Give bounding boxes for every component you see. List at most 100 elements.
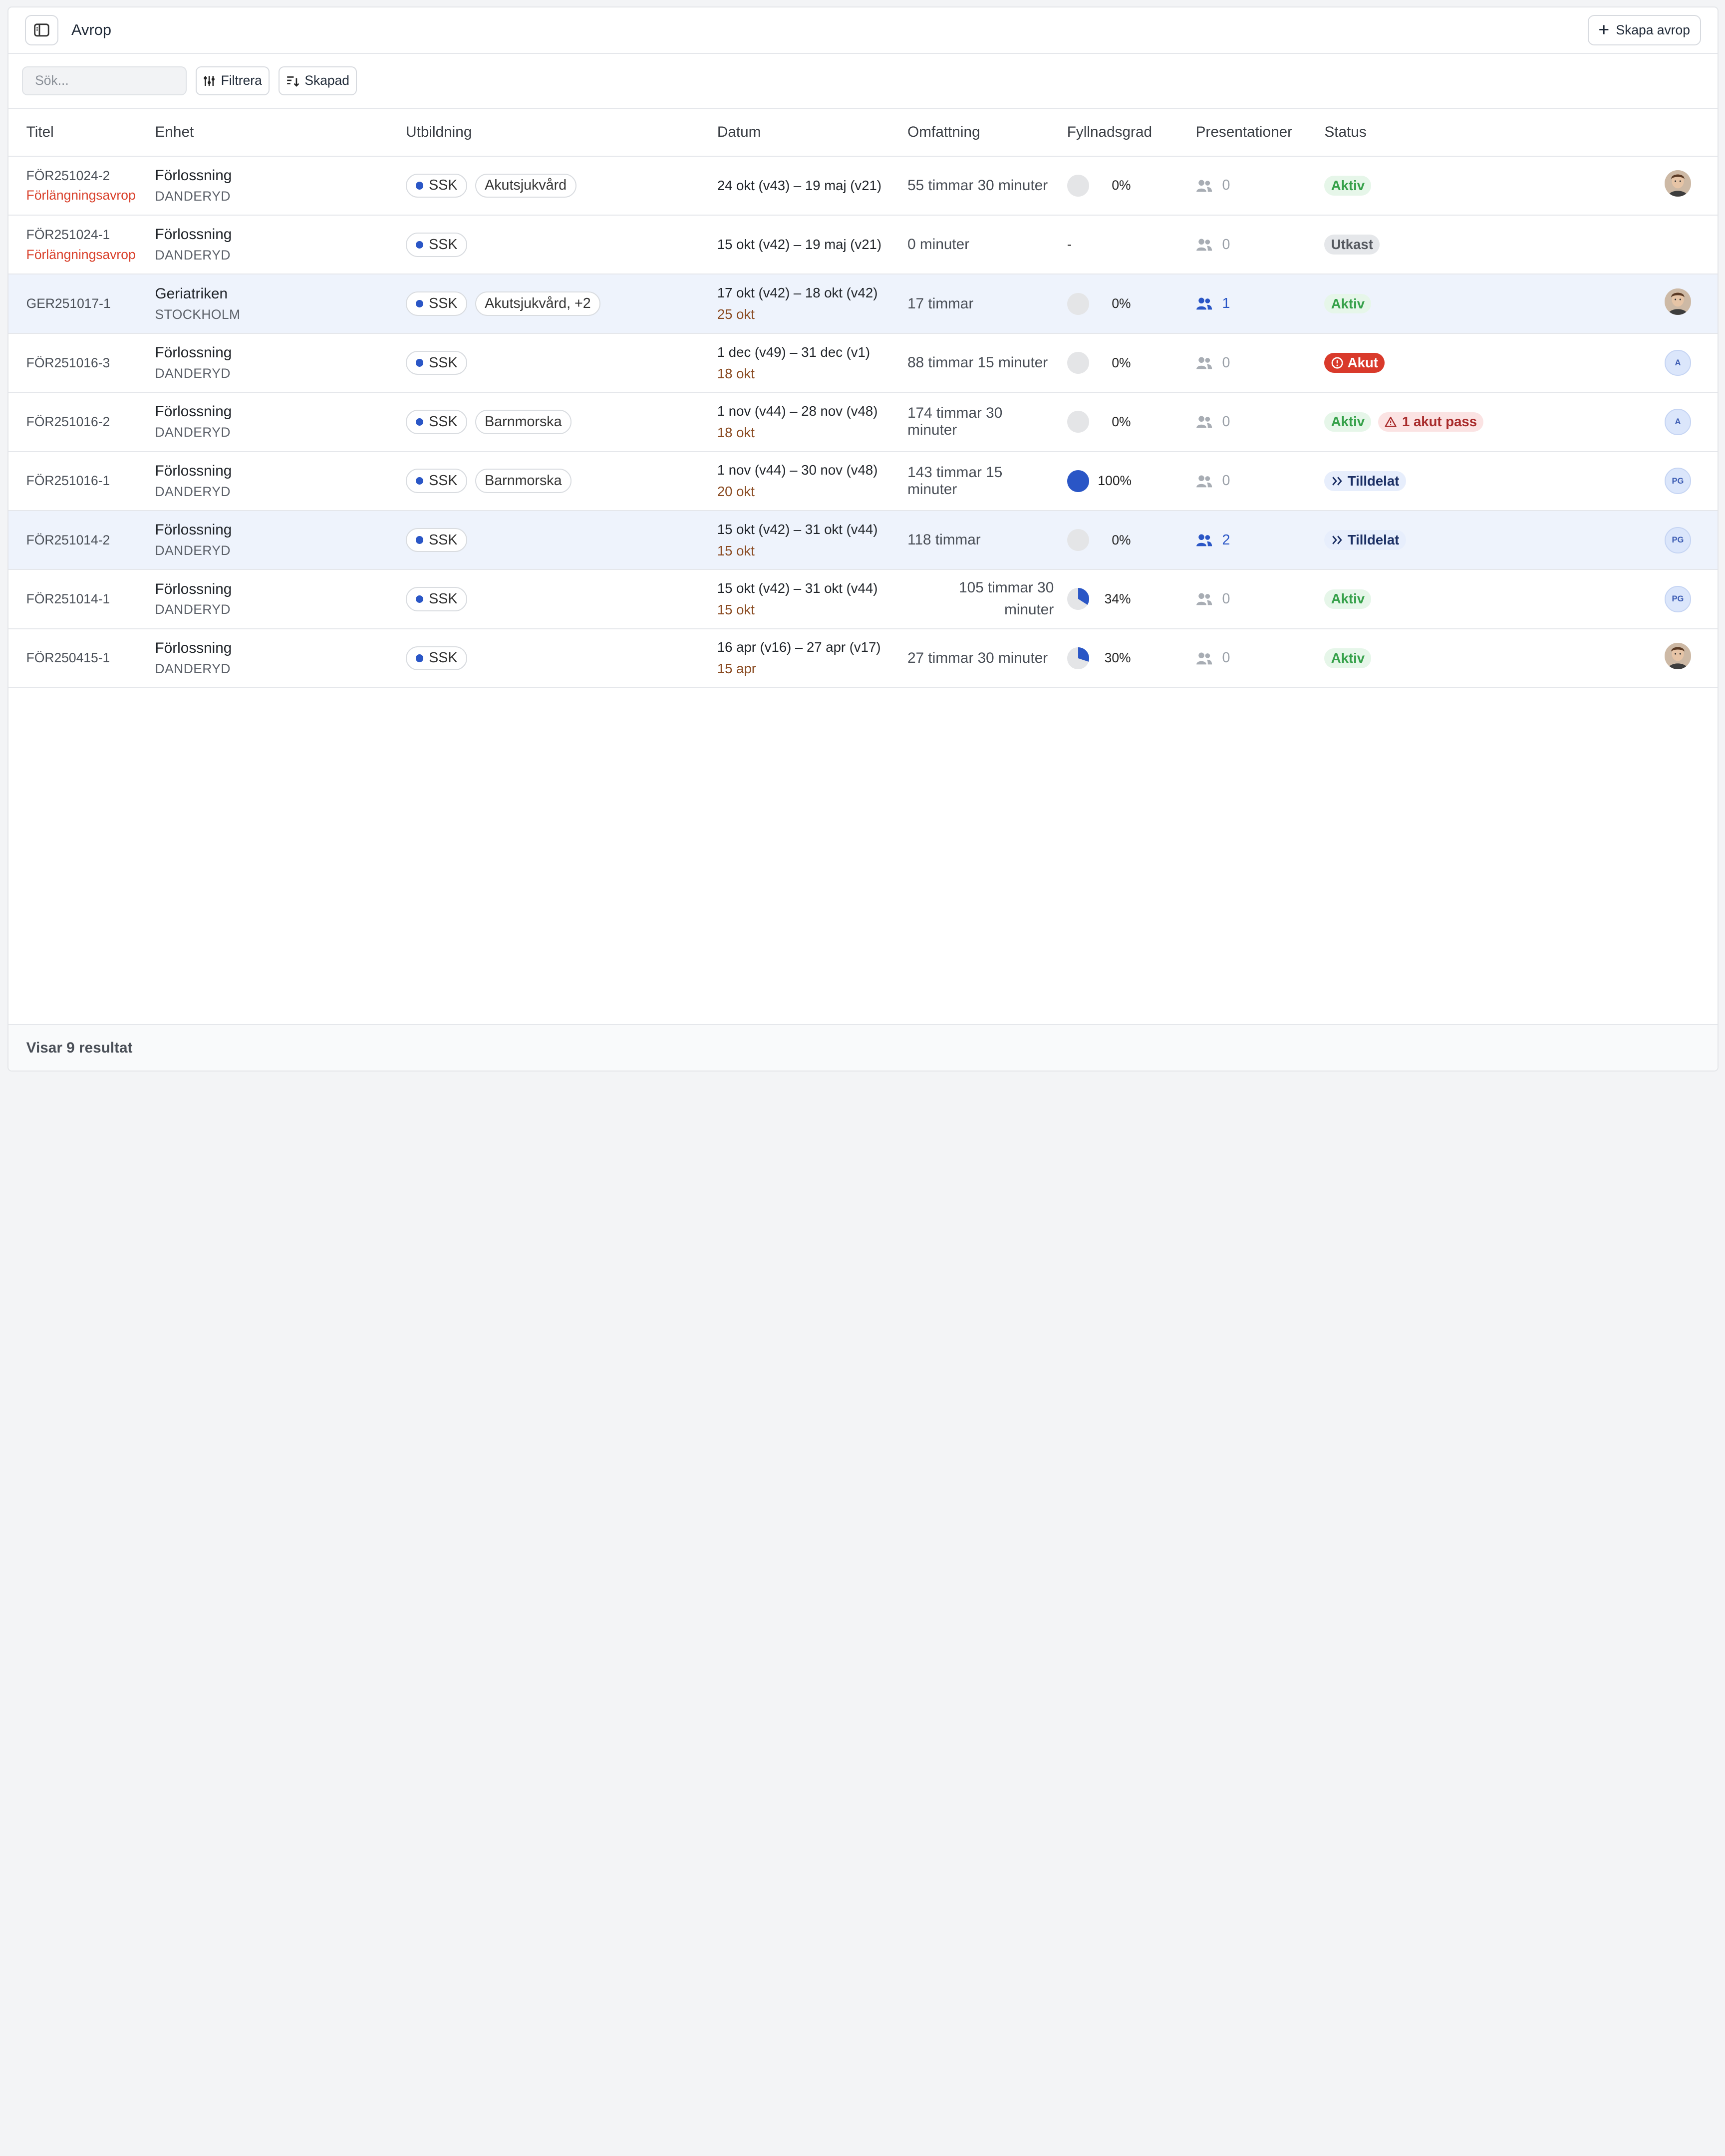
table-row[interactable]: FÖR251016-2 Förlossning DANDERYD SSK Barn… [8, 392, 1718, 452]
date-range: 15 okt (v42) – 31 okt (v44) [717, 580, 878, 596]
column-header-omfattning[interactable]: Omfattning [890, 109, 1050, 156]
presentations-count[interactable]: 2 [1196, 532, 1307, 548]
column-header-presentationer[interactable]: Presentationer [1178, 109, 1307, 156]
presentations-count[interactable]: 0 [1196, 591, 1307, 607]
table-row[interactable]: FÖR251016-3 Förlossning DANDERYD SSK 1 d… [8, 333, 1718, 393]
table-row[interactable]: FÖR250415-1 Förlossning DANDERYD SSK 16 … [8, 629, 1718, 688]
dot-icon [415, 299, 424, 308]
education-label: Akutsjukvård [485, 177, 567, 194]
header-bar: Avrop + Skapa avrop [8, 7, 1718, 54]
unit-city: DANDERYD [155, 602, 231, 617]
fill-pie-icon [1067, 470, 1089, 492]
cell-presentations: 0 [1178, 156, 1307, 215]
presentations-count[interactable]: 0 [1196, 473, 1307, 489]
sort-button[interactable]: Skapad [278, 66, 357, 95]
create-avrop-button[interactable]: + Skapa avrop [1587, 14, 1701, 46]
avatar[interactable] [1665, 288, 1691, 315]
avrop-id[interactable]: FÖR251016-1 [26, 473, 138, 489]
avrop-id[interactable]: FÖR251024-1 [26, 227, 138, 243]
date-deadline: 20 okt [717, 484, 755, 500]
cell-presentations: 2 [1178, 511, 1307, 569]
avatar[interactable]: PG [1665, 468, 1691, 495]
unit-name: Förlossning [155, 580, 232, 597]
presentations-count[interactable]: 0 [1196, 414, 1307, 430]
unit-city: DANDERYD [155, 248, 231, 263]
unit-name: Förlossning [155, 226, 232, 243]
education-label: SSK [429, 473, 458, 489]
presentations-count[interactable]: 0 [1196, 355, 1307, 371]
avrop-id[interactable]: FÖR251016-2 [26, 414, 138, 430]
unit-name: Förlossning [155, 522, 232, 539]
cell-date: 1 nov (v44) – 28 nov (v48) 18 okt [700, 392, 890, 451]
cell-avatar: PG [1637, 569, 1717, 628]
avatar[interactable]: PG [1665, 527, 1691, 553]
avatar[interactable]: A [1665, 349, 1691, 376]
user-photo-icon [1665, 170, 1691, 197]
table-row[interactable]: FÖR251024-1 Förlängningsavrop Förlossnin… [8, 215, 1718, 274]
avrop-id[interactable]: FÖR250415-1 [26, 650, 138, 666]
education-label: Barnmorska [485, 413, 562, 430]
status-label: Tilldelat [1347, 473, 1400, 489]
education-chip: SSK [406, 646, 468, 671]
education-chip: Barnmorska [475, 410, 572, 434]
table-header-row: Titel Enhet Utbildning Datum Omfattning … [8, 109, 1718, 156]
fill-percentage: 0% [1112, 355, 1131, 370]
education-chip: Akutsjukvård [475, 173, 576, 198]
avrop-id[interactable]: GER251017-1 [26, 296, 138, 311]
presentations-count[interactable]: 0 [1196, 177, 1307, 194]
status-badge: Aktiv [1324, 412, 1372, 432]
people-icon [1196, 593, 1212, 605]
cell-avatar: PG [1637, 452, 1717, 511]
avrop-id[interactable]: FÖR251014-2 [26, 533, 138, 548]
cell-presentations: 1 [1178, 274, 1307, 333]
column-header-datum[interactable]: Datum [700, 109, 890, 156]
cell-scope: 17 timmar [890, 274, 1050, 333]
table-row[interactable]: FÖR251014-2 Förlossning DANDERYD SSK 15 … [8, 510, 1718, 570]
people-icon [1196, 416, 1212, 428]
column-header-fyllnadsgrad[interactable]: Fyllnadsgrad [1049, 109, 1178, 156]
education-chip: Barnmorska [475, 469, 572, 493]
cell-unit: Förlossning DANDERYD [137, 392, 388, 451]
avatar[interactable]: PG [1665, 586, 1691, 612]
presentations-count[interactable]: 1 [1196, 295, 1307, 312]
status-badge: Aktiv [1324, 176, 1372, 196]
column-header-enhet[interactable]: Enhet [137, 109, 388, 156]
avatar[interactable]: A [1665, 408, 1691, 435]
cell-presentations: 0 [1178, 452, 1307, 511]
dot-icon [415, 595, 424, 603]
avatar[interactable] [1665, 643, 1691, 670]
avatar[interactable] [1665, 170, 1691, 197]
table-row[interactable]: GER251017-1 Geriatriken STOCKHOLM SSK Aku… [8, 274, 1718, 333]
presentations-count[interactable]: 0 [1196, 237, 1307, 253]
sidebar-toggle-button[interactable] [25, 14, 58, 46]
table-row[interactable]: FÖR251024-2 Förlängningsavrop Förlossnin… [8, 156, 1718, 216]
scope-value: 17 timmar [907, 295, 974, 312]
column-header-status[interactable]: Status [1307, 109, 1637, 156]
table-row[interactable]: FÖR251014-1 Förlossning DANDERYD SSK 15 … [8, 569, 1718, 629]
scope-value: 143 timmar 15 minuter [907, 464, 1003, 498]
filter-button[interactable]: Filtrera [196, 66, 270, 95]
plus-icon: + [1598, 18, 1610, 40]
avrop-id[interactable]: FÖR251024-2 [26, 168, 138, 184]
fill-percentage: 34% [1104, 591, 1131, 606]
column-header-utbildning[interactable]: Utbildning [388, 109, 700, 156]
avrop-id[interactable]: FÖR251014-1 [26, 591, 138, 607]
fill-percentage: 0% [1112, 178, 1131, 193]
fill-pie-icon [1067, 588, 1089, 610]
presentations-count[interactable]: 0 [1196, 650, 1307, 666]
chevrons-right-icon [1332, 536, 1342, 544]
sort-icon [287, 76, 299, 87]
people-icon [1196, 180, 1212, 192]
column-header-titel[interactable]: Titel [8, 109, 137, 156]
fill-percentage: 100% [1098, 473, 1132, 489]
search-input[interactable] [21, 66, 187, 95]
avrop-id[interactable]: FÖR251016-3 [26, 355, 138, 371]
cell-education: SSK Barnmorska [388, 452, 700, 511]
fill-empty: - [1067, 236, 1072, 253]
table-row[interactable]: FÖR251016-1 Förlossning DANDERYD SSK Barn… [8, 452, 1718, 511]
scope-value: 27 timmar 30 minuter [907, 649, 1048, 666]
cell-title: FÖR251024-1 Förlängningsavrop [8, 215, 137, 274]
people-icon [1196, 239, 1212, 251]
cell-presentations: 0 [1178, 215, 1307, 274]
people-icon [1196, 297, 1212, 310]
